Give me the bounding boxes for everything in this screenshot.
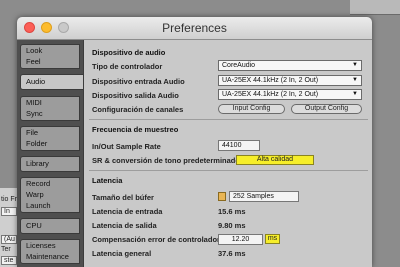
section-divider (89, 119, 368, 120)
tab-label: Library (26, 159, 49, 168)
tab-midi-sync[interactable]: MIDI Sync (20, 96, 80, 121)
section-title-latency: Latencia (92, 176, 123, 185)
background-app-strip (350, 0, 400, 15)
section-divider (89, 170, 368, 171)
dropdown-value: CoreAudio (222, 62, 256, 69)
tab-label: Record (26, 179, 51, 188)
window-title: Preferences (162, 21, 227, 35)
output-latency-value: 9.80 ms (218, 221, 246, 230)
driver-error-compensation-label: Compensación error de controlador (92, 235, 220, 244)
input-device-label: Dispositivo entrada Audio (92, 77, 185, 86)
output-config-button[interactable]: Output Config (291, 104, 362, 114)
section-title-sample-rate: Frecuencia de muestreo (92, 125, 179, 134)
preferences-tab-list: Look Feel Audio MIDI Sync File Folder Li… (17, 40, 83, 267)
preferences-window: Preferences Look Feel Audio MIDI Sync Fi… (17, 17, 372, 267)
audio-preferences-panel: Dispositivo de audio Tipo de controlador… (83, 40, 372, 267)
compensation-unit-badge: ms (265, 234, 280, 244)
driver-type-label: Tipo de controlador (92, 62, 163, 71)
buffer-size-label: Tamaño del búfer (92, 193, 154, 202)
output-device-dropdown[interactable]: UA-25EX 44.1kHz (2 In, 2 Out) ▼ (218, 89, 362, 100)
tab-label: Launch (26, 201, 51, 210)
chevron-down-icon: ▼ (352, 62, 358, 68)
overall-latency-label: Latencia general (92, 249, 152, 258)
tab-look-feel[interactable]: Look Feel (20, 44, 80, 69)
tab-label: Warp (26, 190, 44, 199)
channel-config-label: Configuración de canales (92, 105, 184, 114)
tab-library[interactable]: Library (20, 156, 80, 172)
sample-rate-field[interactable]: 44100 (218, 140, 260, 151)
tab-label: File (26, 128, 39, 137)
output-latency-label: Latencia de salida (92, 221, 157, 230)
driver-error-compensation-field[interactable]: 12.20 (218, 234, 263, 245)
input-latency-value: 15.6 ms (218, 207, 246, 216)
dropdown-value: UA-25EX 44.1kHz (2 In, 2 Out) (222, 77, 319, 84)
dropdown-value: UA-25EX 44.1kHz (2 In, 2 Out) (222, 91, 319, 98)
tab-label: Maintenance (26, 252, 69, 261)
input-latency-label: Latencia de entrada (92, 207, 163, 216)
sample-rate-label: In/Out Sample Rate (92, 142, 161, 151)
tab-label: Sync (26, 109, 43, 118)
input-config-button[interactable]: Input Config (218, 104, 285, 114)
output-device-label: Dispositivo salida Audio (92, 91, 179, 100)
tab-cpu[interactable]: CPU (20, 218, 80, 234)
chevron-down-icon: ▼ (352, 91, 358, 97)
background-app-panel: tio Fr In (Au Ter ste (0, 188, 18, 267)
tab-audio[interactable]: Audio (20, 74, 83, 90)
buffer-size-field[interactable]: 252 Samples (229, 191, 299, 202)
overall-latency-value: 37.6 ms (218, 249, 246, 258)
sr-conversion-label: SR & conversión de tono predeterminados (92, 156, 245, 165)
tab-record-warp-launch[interactable]: Record Warp Launch (20, 177, 80, 213)
tab-label: Licenses (26, 241, 56, 250)
tab-label: CPU (26, 221, 42, 230)
tab-file-folder[interactable]: File Folder (20, 126, 80, 151)
sr-conversion-toggle[interactable]: Alta calidad (236, 155, 314, 165)
section-title-audio-device: Dispositivo de audio (92, 48, 166, 57)
tab-label: Audio (26, 77, 46, 86)
buffer-size-color-swatch (218, 192, 226, 201)
tab-label: Look (26, 46, 43, 55)
driver-type-dropdown[interactable]: CoreAudio ▼ (218, 60, 362, 71)
tab-label: Folder (26, 139, 48, 148)
tab-label: MIDI (26, 98, 42, 107)
background-label: tio Fr (1, 196, 17, 203)
background-label-ter: Ter (1, 246, 11, 253)
tab-label: Feel (26, 57, 41, 66)
background-field-in: In (1, 207, 17, 216)
title-bar[interactable]: Preferences (17, 17, 372, 40)
background-field-aux: (Au (1, 235, 17, 244)
chevron-down-icon: ▼ (352, 77, 358, 83)
tab-licenses-maintenance[interactable]: Licenses Maintenance (20, 239, 80, 264)
input-device-dropdown[interactable]: UA-25EX 44.1kHz (2 In, 2 Out) ▼ (218, 75, 362, 86)
background-field-aux2: ste (1, 256, 17, 265)
